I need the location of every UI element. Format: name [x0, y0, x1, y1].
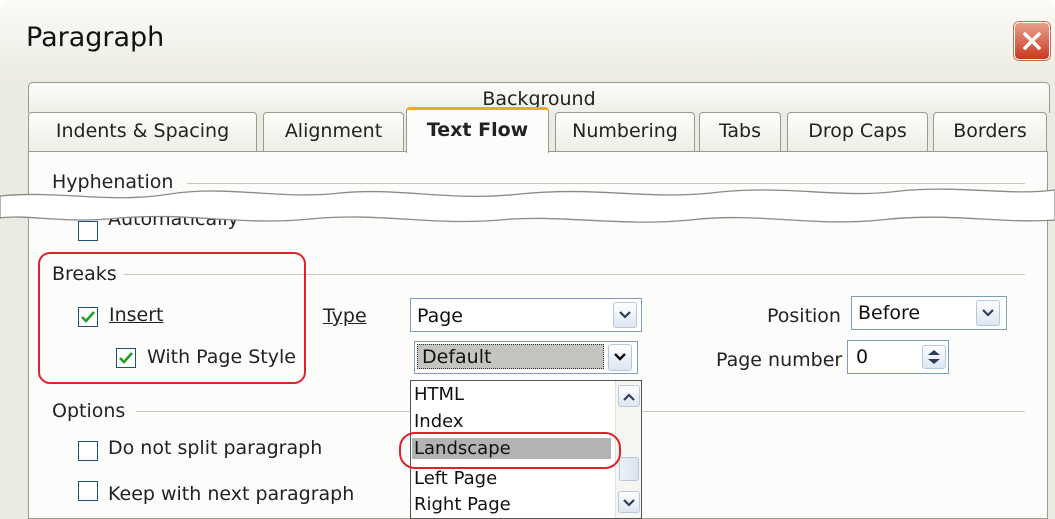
tab-tabs[interactable]: Tabs — [699, 112, 781, 151]
tab-label: Alignment — [284, 120, 383, 142]
type-value: Page — [417, 305, 463, 327]
type-dropdown[interactable]: Page — [410, 298, 642, 332]
list-item[interactable]: Index — [414, 411, 464, 432]
close-button[interactable] — [1014, 22, 1050, 60]
title-bar: Paragraph — [0, 0, 1055, 83]
tab-label: Borders — [953, 120, 1027, 142]
window-title: Paragraph — [26, 22, 165, 53]
screenshot-canvas: Paragraph Background Indents & Spacing A… — [0, 0, 1055, 519]
insert-label: Insert — [109, 304, 164, 326]
with-page-style-checkbox[interactable] — [116, 348, 136, 368]
chevron-down-icon — [982, 309, 994, 317]
page-style-dropdown[interactable]: Default — [414, 341, 638, 374]
page-number-value: 0 — [856, 346, 869, 368]
keep-with-next-checkbox[interactable] — [78, 481, 98, 501]
page-style-dropdown-button[interactable] — [608, 344, 632, 371]
list-item[interactable]: HTML — [414, 384, 464, 405]
chevron-up-icon — [623, 393, 635, 401]
tab-label: Tabs — [718, 120, 762, 142]
tab-label: Numbering — [572, 120, 678, 142]
tab-alignment[interactable]: Alignment — [263, 112, 404, 151]
chevron-down-icon — [614, 353, 626, 361]
breaks-legend: Breaks — [52, 263, 117, 285]
scroll-up-button[interactable] — [618, 385, 640, 407]
chevron-down-icon — [619, 311, 631, 319]
list-item[interactable]: Left Page — [414, 468, 497, 489]
breaks-separator — [124, 274, 1025, 275]
position-label: Position — [767, 305, 841, 327]
scroll-thumb[interactable] — [619, 457, 639, 481]
list-item[interactable]: Right Page — [414, 494, 511, 515]
torn-paper-break — [0, 188, 1055, 223]
tab-text-flow[interactable]: Text Flow — [406, 107, 549, 153]
do-not-split-checkbox[interactable] — [78, 441, 98, 461]
insert-checkbox[interactable] — [78, 307, 98, 327]
with-page-style-label: With Page Style — [147, 346, 296, 368]
tab-label: Text Flow — [426, 119, 529, 141]
options-legend: Options — [52, 400, 126, 422]
scroll-down-button[interactable] — [618, 491, 640, 513]
page-style-listbox[interactable]: HTML Index Landscape Left Page Right Pag… — [410, 380, 642, 519]
keep-with-next-label: Keep with next paragraph — [108, 483, 355, 505]
tab-label: Drop Caps — [808, 120, 907, 142]
tab-numbering[interactable]: Numbering — [555, 112, 695, 151]
tab-label: Indents & Spacing — [55, 120, 230, 142]
list-item-selected[interactable]: Landscape — [412, 438, 611, 459]
tab-drop-caps[interactable]: Drop Caps — [787, 112, 928, 151]
type-dropdown-button[interactable] — [613, 302, 637, 328]
page-style-value: Default — [417, 344, 604, 369]
page-number-spinner[interactable] — [922, 345, 946, 369]
close-icon — [1023, 32, 1041, 50]
listbox-scrollbar[interactable] — [615, 381, 641, 518]
position-dropdown-button[interactable] — [976, 300, 1000, 326]
spinner-icon — [928, 350, 940, 364]
tab-indents-spacing[interactable]: Indents & Spacing — [28, 112, 257, 151]
checkmark-icon — [81, 311, 95, 323]
type-label: Type — [323, 305, 367, 327]
position-value: Before — [858, 302, 921, 324]
position-dropdown[interactable]: Before — [851, 296, 1007, 330]
page-number-label: Page number — [716, 349, 843, 371]
checkmark-icon — [119, 352, 133, 364]
tab-borders[interactable]: Borders — [933, 112, 1047, 151]
do-not-split-label: Do not split paragraph — [108, 437, 323, 459]
chevron-down-icon — [623, 499, 635, 507]
